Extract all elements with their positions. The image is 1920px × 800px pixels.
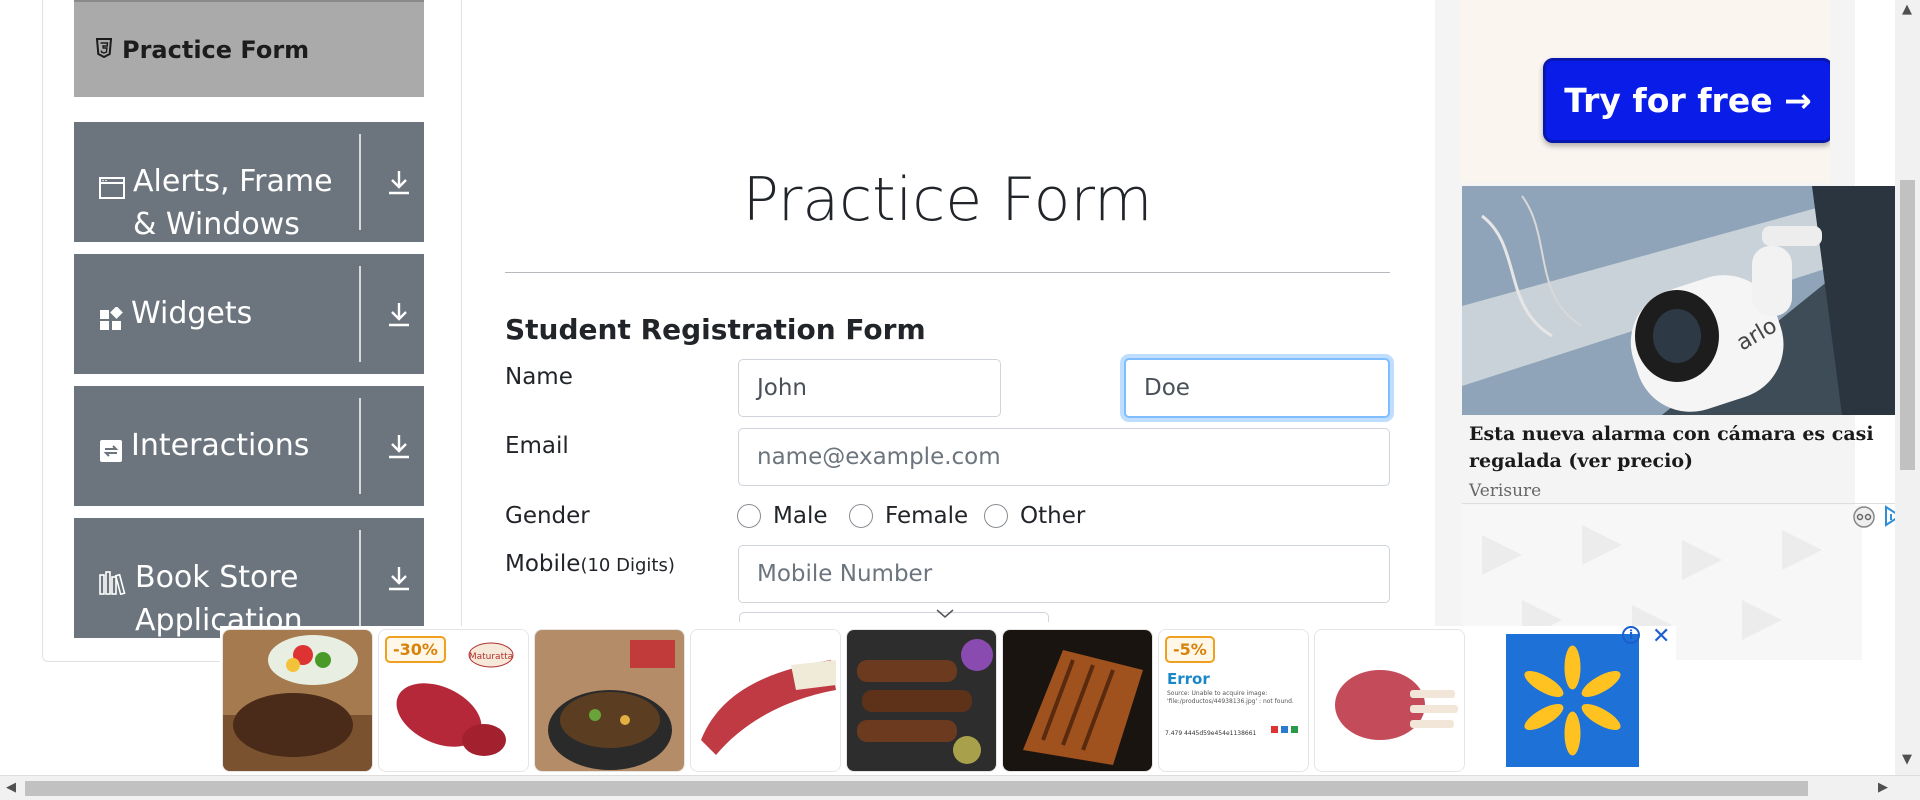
ad-product-thumb[interactable]	[846, 629, 997, 772]
download-icon[interactable]	[387, 433, 411, 463]
try-for-free-button[interactable]: Try for free →	[1543, 58, 1830, 143]
ad-top-panel: Try for free →	[1460, 0, 1830, 183]
ad-product-thumb[interactable]	[1002, 629, 1153, 772]
close-icon[interactable]: ✕	[1652, 624, 1670, 649]
gender-male-radio[interactable]: Male	[737, 503, 827, 529]
gender-label: Gender	[505, 503, 590, 529]
title-divider	[505, 272, 1390, 273]
sidebar-group-book-store[interactable]: Book Store Application	[74, 518, 424, 638]
sidebar: Practice Form Alerts, Frame & Windows Wi…	[42, 0, 462, 662]
download-icon[interactable]	[387, 301, 411, 331]
chevron-down-icon	[935, 605, 955, 624]
divider	[359, 398, 361, 494]
name-label: Name	[505, 364, 573, 390]
radio-circle[interactable]	[737, 504, 761, 528]
gender-option-label: Other	[1020, 503, 1086, 529]
divider	[359, 134, 361, 230]
last-name-input[interactable]: Doe	[1124, 358, 1390, 418]
gender-option-label: Female	[885, 503, 969, 529]
discount-badge: -5%	[1165, 636, 1215, 663]
sidebar-group-interactions[interactable]: Interactions	[74, 386, 424, 506]
ad-product-thumb[interactable]	[690, 629, 841, 772]
discount-badge: -30%	[385, 636, 446, 663]
ad-caption[interactable]: Esta nueva alarma con cámara es casi reg…	[1469, 421, 1899, 475]
email-label: Email	[505, 433, 569, 459]
books-icon	[99, 564, 127, 638]
scroll-left-icon[interactable]: ◀	[6, 780, 16, 795]
bottom-banner-ad[interactable]: Maturatta -30% -5% Error Source: Unable …	[220, 624, 1676, 774]
radio-circle[interactable]	[984, 504, 1008, 528]
gender-option-label: Male	[773, 503, 828, 529]
ad-product-thumb[interactable]: Maturatta -30%	[378, 629, 529, 772]
mobile-hint: (10 Digits)	[580, 555, 675, 576]
window-icon	[99, 168, 125, 246]
sidebar-group-label: Interactions	[131, 428, 310, 463]
download-icon[interactable]	[387, 169, 411, 199]
walmart-logo[interactable]	[1506, 634, 1639, 767]
divider	[359, 266, 361, 362]
sidebar-group-alerts-frame-windows[interactable]: Alerts, Frame & Windows	[74, 122, 424, 242]
sidebar-group-label: Widgets	[131, 296, 253, 331]
ad-divider	[1462, 503, 1896, 504]
info-icon[interactable]: i	[1622, 626, 1640, 644]
page-title: Practice Form	[742, 165, 1153, 235]
horizontal-scroll-thumb[interactable]	[25, 781, 1808, 796]
divider	[359, 530, 361, 626]
mobile-input[interactable]: Mobile Number	[738, 545, 1390, 603]
mobile-label: Mobile(10 Digits)	[505, 551, 675, 577]
first-name-input[interactable]: John	[738, 359, 1001, 417]
ad-product-thumb[interactable]	[534, 629, 685, 772]
scroll-up-icon[interactable]: ▲	[1902, 2, 1912, 17]
error-title: Error	[1167, 670, 1210, 688]
sidebar-group-widgets[interactable]: Widgets	[74, 254, 424, 374]
error-color-swatches	[1271, 726, 1298, 733]
interactions-icon	[99, 432, 123, 475]
scroll-right-icon[interactable]: ▶	[1878, 780, 1888, 795]
privacy-icon[interactable]	[1852, 505, 1876, 533]
gender-female-radio[interactable]: Female	[849, 503, 968, 529]
download-icon[interactable]	[387, 565, 411, 595]
error-body: Source: Unable to acquire image: 'file:/…	[1167, 690, 1294, 705]
date-of-birth-input[interactable]	[739, 612, 1049, 622]
radio-circle[interactable]	[849, 504, 873, 528]
widgets-icon	[99, 300, 123, 343]
vertical-scroll-thumb[interactable]	[1900, 180, 1915, 470]
mobile-label-text: Mobile	[505, 551, 581, 577]
ad-product-thumb[interactable]	[1314, 629, 1465, 772]
right-advertisement[interactable]: Try for free → arlo Esta nueva alarma co…	[1435, 0, 1896, 660]
gender-other-radio[interactable]: Other	[984, 503, 1085, 529]
sidebar-group-label: Alerts, Frame & Windows	[133, 164, 333, 242]
sidebar-item-label: Practice Form	[122, 35, 310, 64]
ad-error-thumb[interactable]: -5% Error Source: Unable to acquire imag…	[1158, 629, 1309, 772]
camera-ad-image[interactable]: arlo	[1462, 186, 1896, 415]
scroll-down-icon[interactable]: ▼	[1902, 752, 1912, 767]
sidebar-item-practice-form[interactable]: Practice Form	[74, 0, 424, 97]
form-heading: Student Registration Form	[505, 313, 926, 346]
maturatta-brand-text: Maturatta	[469, 652, 513, 662]
html5-icon	[95, 37, 113, 62]
sidebar-menu: Practice Form Alerts, Frame & Windows Wi…	[74, 0, 424, 638]
ad-product-thumb[interactable]	[222, 629, 373, 772]
email-field[interactable]: name@example.com	[738, 428, 1390, 486]
ad-source[interactable]: Verisure	[1469, 481, 1541, 501]
vertical-scrollbar[interactable]: ▲ ▼	[1895, 0, 1920, 775]
horizontal-scrollbar[interactable]: ◀ ▶	[0, 775, 1920, 800]
error-code: 7.479 4445d59e454e1138661	[1165, 730, 1257, 737]
